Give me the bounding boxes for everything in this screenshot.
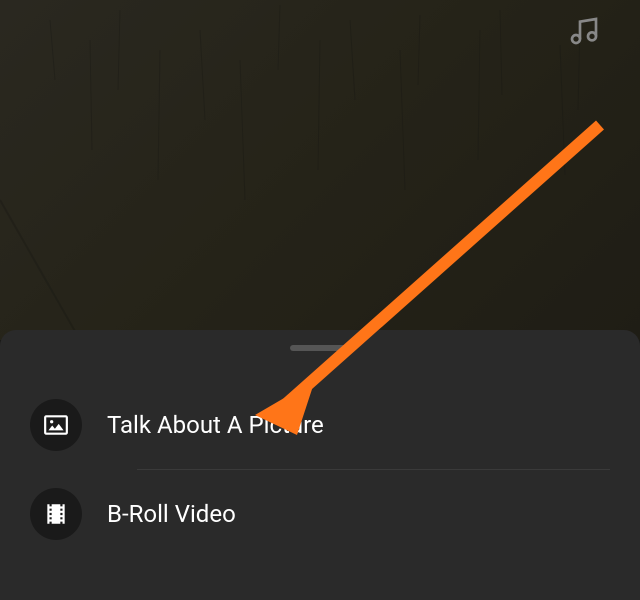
drag-handle[interactable]: [290, 345, 350, 351]
music-icon[interactable]: [568, 15, 600, 47]
picture-icon: [43, 412, 69, 438]
icon-circle: [30, 488, 82, 540]
bottom-sheet: Talk About A Picture B-Roll Video: [0, 330, 640, 600]
texture-overlay: [0, 0, 640, 340]
background-image: [0, 0, 640, 340]
menu-item-broll-video[interactable]: B-Roll Video: [30, 470, 610, 558]
menu-item-label: Talk About A Picture: [107, 411, 324, 439]
icon-circle: [30, 399, 82, 451]
top-bar: [568, 15, 600, 51]
film-icon: [43, 501, 69, 527]
menu-item-talk-about-picture[interactable]: Talk About A Picture: [30, 381, 610, 469]
menu-item-label: B-Roll Video: [107, 500, 236, 528]
